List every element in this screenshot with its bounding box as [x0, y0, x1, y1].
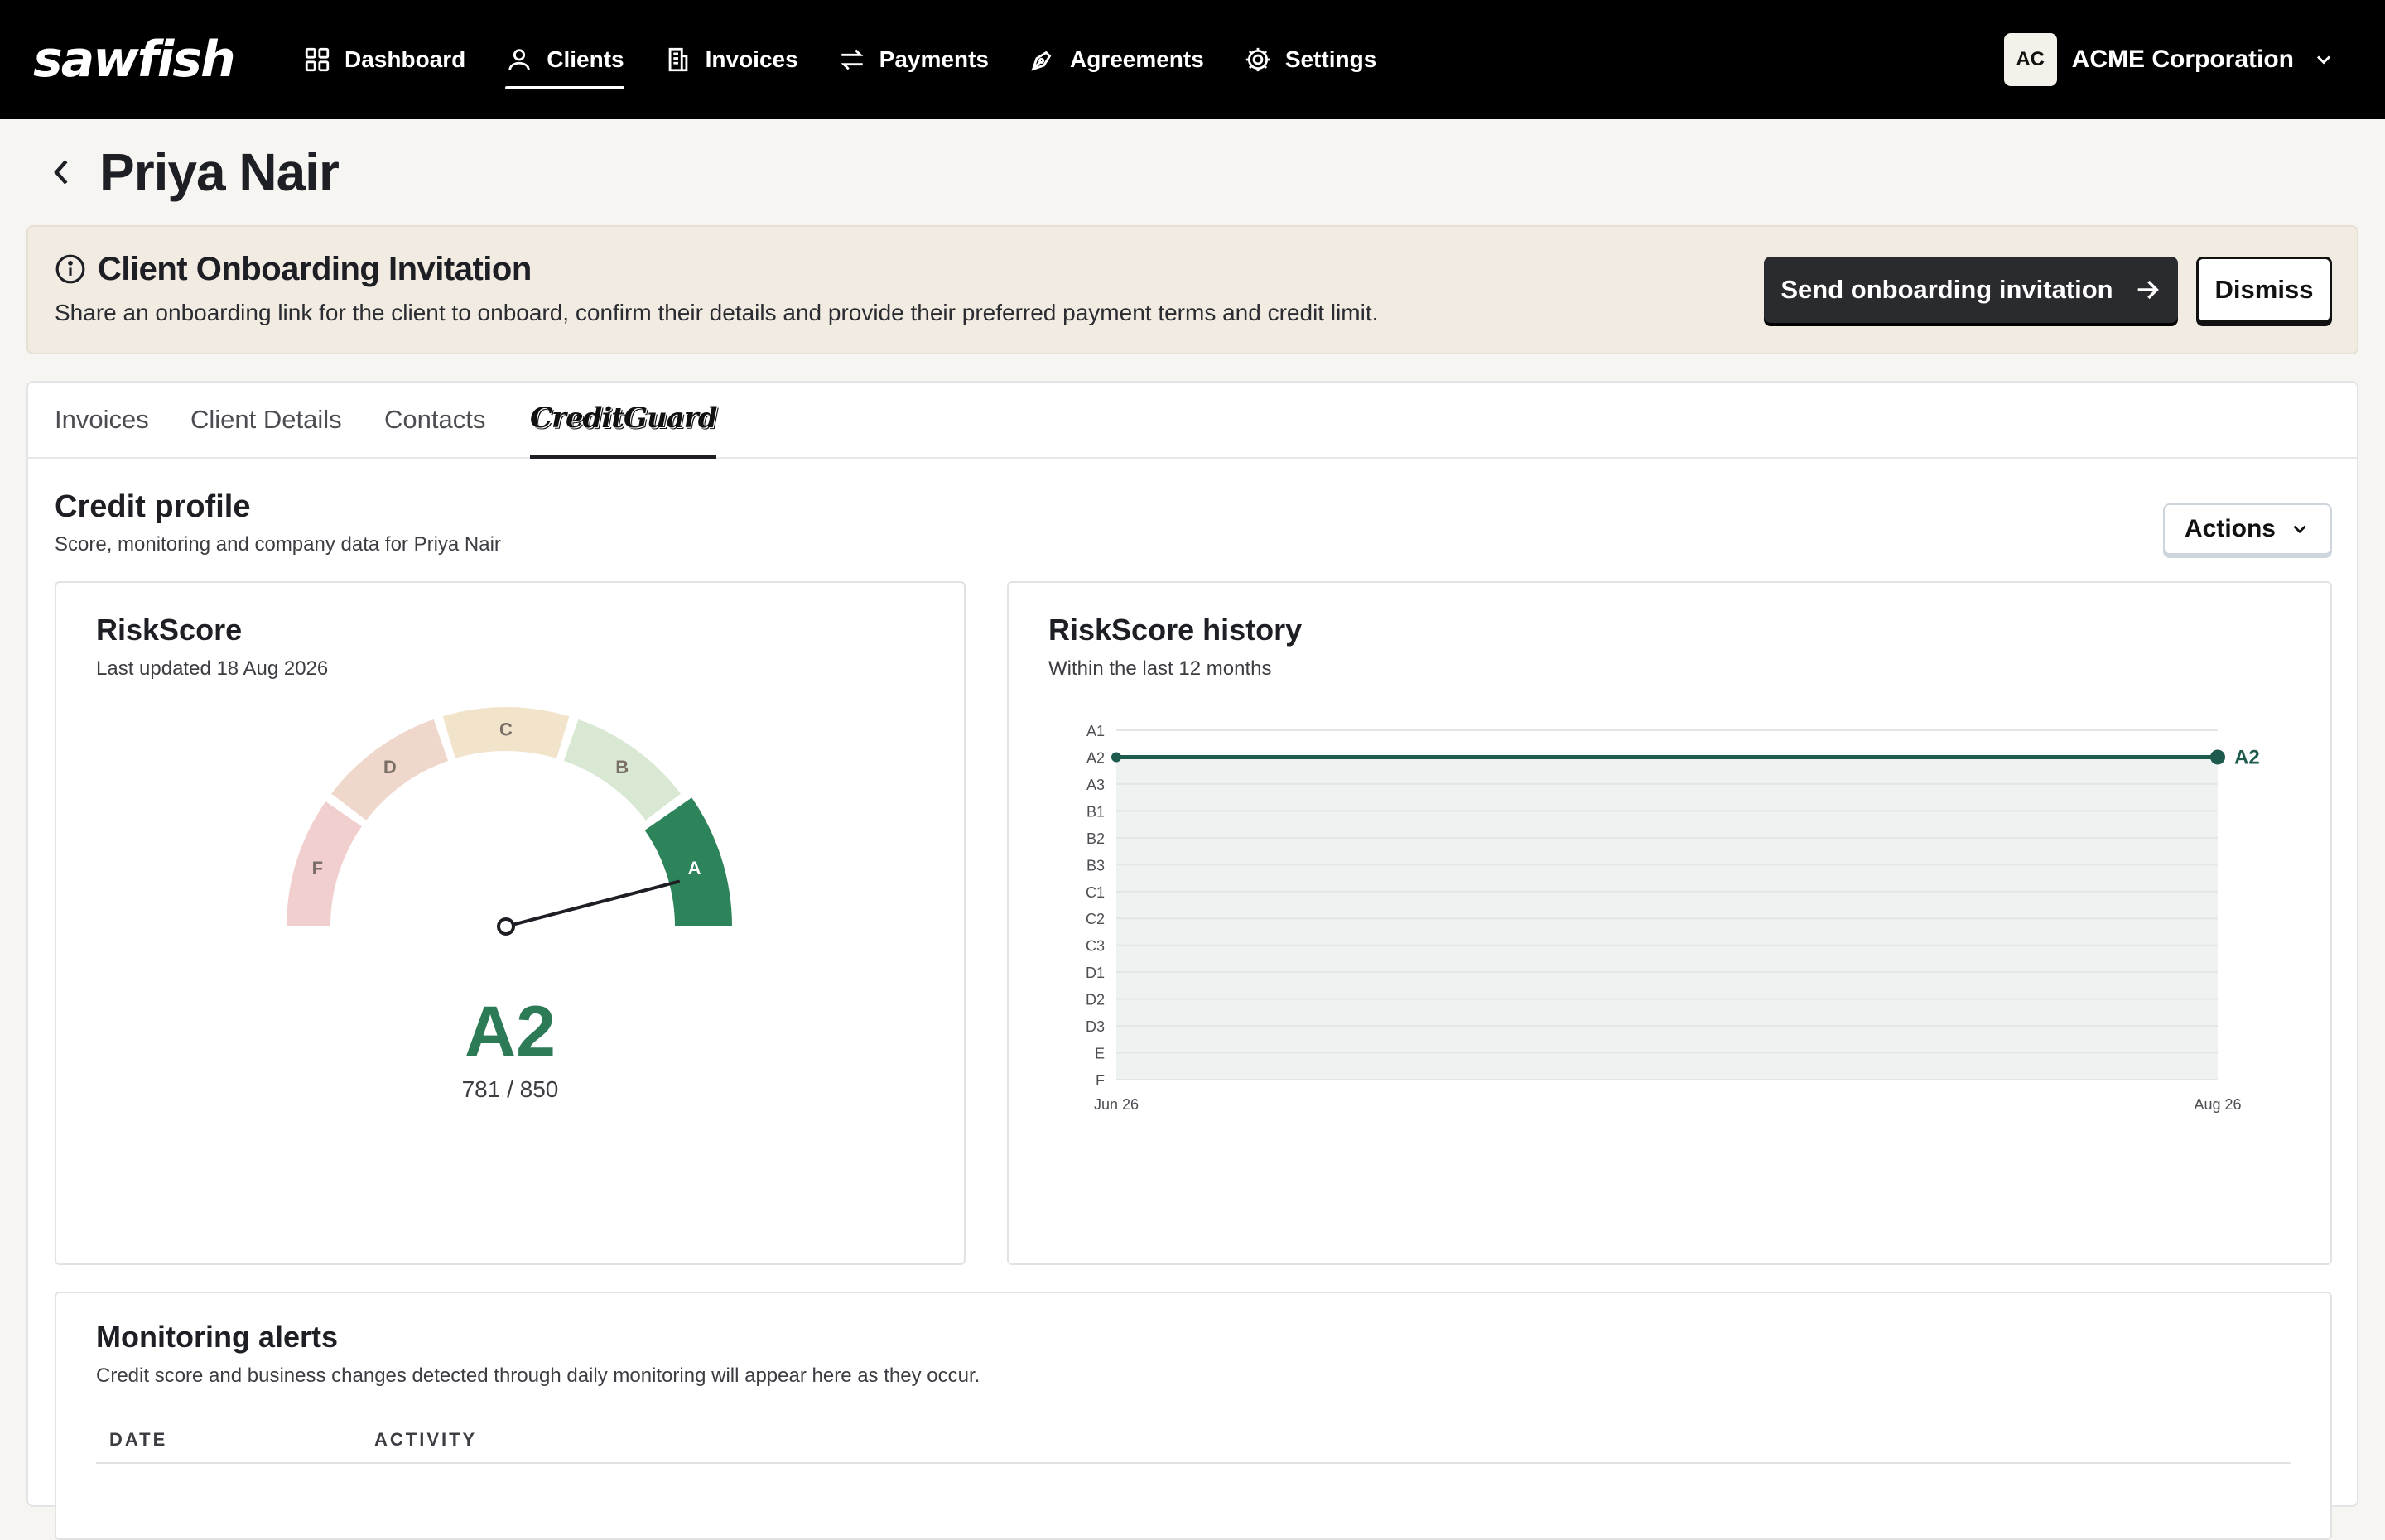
- gauge-band-label: D: [383, 757, 397, 777]
- actions-dropdown[interactable]: Actions: [2163, 503, 2332, 555]
- y-tick-label: B2: [1086, 830, 1105, 847]
- avatar: AC: [2003, 33, 2057, 86]
- nav-item-clients[interactable]: Clients: [505, 0, 624, 119]
- y-tick-label: C2: [1086, 911, 1105, 927]
- score-grade: A2: [465, 992, 556, 1071]
- card-subtitle: Credit score and business changes detect…: [96, 1364, 980, 1387]
- banner-title: Client Onboarding Invitation: [98, 251, 532, 287]
- page-title: Priya Nair: [99, 142, 340, 202]
- card-title: Monitoring alerts: [96, 1320, 339, 1354]
- info-icon: [55, 254, 85, 284]
- organization-switcher[interactable]: AC ACME Corporation: [2003, 33, 2335, 86]
- x-tick-label: Aug 26: [2194, 1096, 2241, 1113]
- organization-name: ACME Corporation: [2071, 46, 2294, 73]
- y-tick-label: A2: [1086, 749, 1105, 766]
- onboarding-banner: Client Onboarding Invitation Share an on…: [26, 225, 2358, 354]
- data-label: A2: [2234, 746, 2260, 768]
- y-tick-label: C3: [1086, 938, 1105, 955]
- back-arrow-icon[interactable]: [46, 154, 76, 190]
- score-value: 781 / 850: [461, 1076, 559, 1102]
- invoice-icon: [668, 47, 687, 72]
- nav-item-label: Agreements: [1069, 46, 1204, 72]
- gauge-needle-pivot: [497, 917, 515, 936]
- send-onboarding-invitation-button[interactable]: Send onboarding invitation: [1764, 257, 2178, 323]
- riskscore-gauge: F D C B A: [287, 707, 732, 936]
- y-tick-label: A3: [1086, 777, 1105, 793]
- data-point: [2210, 749, 2225, 765]
- nav-item-settings[interactable]: Settings: [1244, 0, 1376, 119]
- tab-client-details[interactable]: Client Details: [190, 402, 342, 437]
- riskscore-history-chart: A1 A2 A3 B1 B2 B3 C1 C2 C3 D1 D2 D3 EF Jun 26 Aug 26 A2: [1086, 723, 2260, 1113]
- gauge-needle: [504, 879, 681, 928]
- gauge-band-label: F: [312, 858, 323, 878]
- riskscore-history-card: RiskScore history Within the last 12 mon…: [1007, 581, 2332, 1265]
- gauge-band-f: [287, 801, 362, 926]
- card-title: RiskScore history: [1048, 613, 1303, 647]
- y-tick-label: B3: [1086, 857, 1105, 873]
- monitoring-alerts-card: Monitoring alerts Credit score and busin…: [55, 1292, 2332, 1540]
- gauge-band-label: B: [615, 757, 629, 777]
- nav-item-label: Dashboard: [344, 46, 466, 72]
- card-subtitle: Within the last 12 months: [1048, 657, 1272, 680]
- nav-item-invoices[interactable]: Invoices: [664, 0, 798, 119]
- gauge-band-label: A: [688, 858, 701, 878]
- chevron-down-icon: [2293, 525, 2306, 534]
- dashboard-icon: [305, 47, 330, 72]
- nav-item-dashboard[interactable]: Dashboard: [303, 0, 465, 119]
- y-tick-label: B1: [1086, 803, 1105, 820]
- section-subtitle: Score, monitoring and company data for P…: [55, 533, 501, 556]
- y-tick-label: F: [1096, 1072, 1105, 1089]
- y-tick-label: E: [1095, 1046, 1105, 1062]
- creditguard-logo: CreditGuard: [530, 402, 717, 435]
- section-title: Credit profile: [55, 489, 251, 524]
- dismiss-button[interactable]: Dismiss: [2196, 257, 2332, 323]
- client-tabs: Invoices Client Details Contacts CreditG…: [28, 383, 2357, 459]
- arrow-right-icon: [2137, 280, 2159, 300]
- column-header-activity: ACTIVITY: [374, 1429, 478, 1450]
- main-nav: Dashboard Clients Invoices Payments Agre…: [303, 0, 1416, 119]
- column-header-date: DATE: [109, 1429, 168, 1450]
- pen-icon: [1031, 51, 1052, 71]
- nav-item-agreements[interactable]: Agreements: [1029, 0, 1204, 119]
- client-panel: Invoices Client Details Contacts CreditG…: [26, 381, 2358, 1540]
- card-subtitle: Last updated 18 Aug 2026: [96, 657, 329, 680]
- gear-icon: [1246, 47, 1270, 72]
- nav-item-label: Clients: [547, 46, 624, 72]
- card-title: RiskScore: [96, 613, 243, 647]
- user-icon: [508, 49, 530, 70]
- data-point: [1111, 752, 1121, 763]
- riskscore-card: RiskScore Last updated 18 Aug 2026 F D C B A…: [55, 581, 966, 1265]
- y-tick-label: D3: [1086, 1018, 1105, 1035]
- tab-contacts[interactable]: Contacts: [384, 402, 485, 437]
- nav-item-label: Settings: [1284, 46, 1377, 72]
- y-tick-label: A1: [1086, 723, 1105, 739]
- tab-invoices[interactable]: Invoices: [55, 402, 149, 437]
- y-tick-label: D2: [1086, 992, 1105, 1008]
- arrows-icon: [841, 49, 864, 70]
- nav-item-label: Payments: [879, 46, 989, 72]
- nav-item-payments[interactable]: Payments: [838, 0, 989, 119]
- actions-label: Actions: [2184, 515, 2276, 542]
- y-tick-label: D1: [1086, 965, 1105, 981]
- y-tick-label: C1: [1086, 884, 1105, 901]
- nav-item-label: Invoices: [705, 46, 798, 72]
- brand-logo[interactable]: sawfish: [33, 30, 236, 89]
- button-label: Dismiss: [2214, 275, 2314, 304]
- tab-creditguard[interactable]: CreditGuard: [530, 401, 717, 459]
- x-tick-label: Jun 26: [1094, 1096, 1139, 1113]
- alerts-table-header: DATE ACTIVITY: [96, 1422, 2291, 1464]
- button-label: Send onboarding invitation: [1780, 275, 2113, 304]
- chevron-down-icon: [2316, 55, 2331, 65]
- top-navigation-bar: sawfish Dashboard Clients Invoices Payme…: [0, 0, 2385, 119]
- gauge-band-label: C: [499, 719, 513, 740]
- banner-text: Share an onboarding link for the client …: [55, 300, 1379, 325]
